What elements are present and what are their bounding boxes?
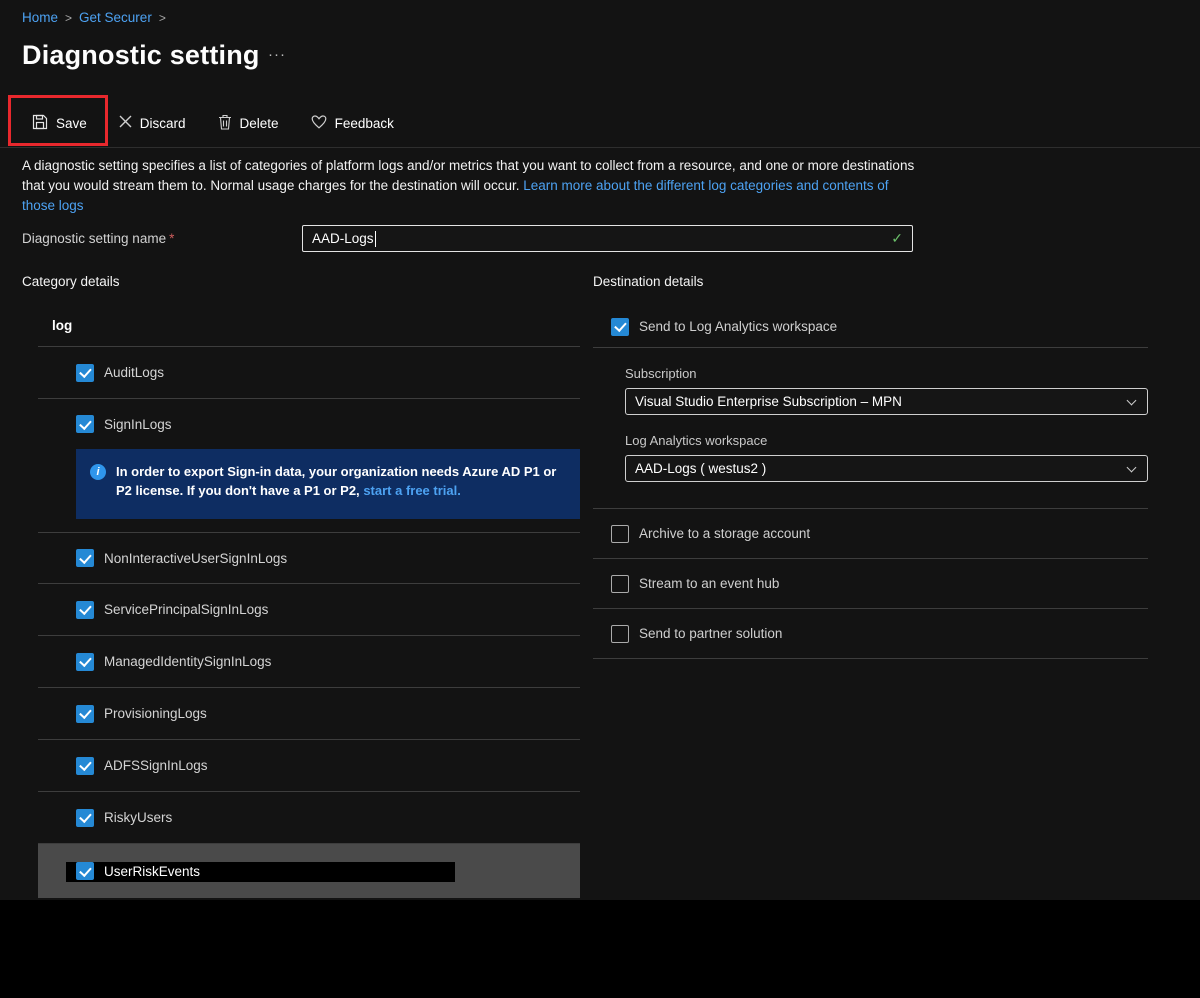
toolbar-divider	[0, 147, 1200, 148]
feedback-label: Feedback	[335, 116, 394, 131]
category-checkbox[interactable]	[76, 415, 94, 433]
signin-license-info-banner: i In order to export Sign-in data, your …	[76, 449, 580, 519]
diagnostic-setting-page: Home > Get Securer > Diagnostic setting …	[0, 0, 1200, 998]
category-list: AuditLogs SignInLogs i In order to expor…	[38, 346, 580, 898]
info-banner-text: In order to export Sign-in data, your or…	[116, 462, 566, 506]
log-analytics-label: Send to Log Analytics workspace	[639, 319, 837, 334]
partner-checkbox[interactable]	[611, 625, 629, 643]
text-cursor	[375, 231, 376, 247]
partner-solution-row[interactable]: Send to partner solution	[593, 609, 1148, 659]
feedback-button[interactable]: Feedback	[311, 115, 394, 132]
partner-label: Send to partner solution	[639, 626, 782, 641]
category-details-title: Category details	[22, 274, 120, 289]
more-options-button[interactable]: ···	[268, 46, 286, 63]
workspace-label: Log Analytics workspace	[625, 433, 1148, 448]
category-row-auditlogs[interactable]: AuditLogs	[38, 347, 580, 399]
destination-details-title: Destination details	[593, 274, 703, 289]
breadcrumb-separator: >	[65, 11, 72, 25]
subscription-field: Subscription Visual Studio Enterprise Su…	[625, 366, 1148, 415]
category-row-serviceprincipalsigninlogs[interactable]: ServicePrincipalSignInLogs	[38, 584, 580, 636]
intro-text: A diagnostic setting specifies a list of…	[22, 156, 919, 216]
category-label: RiskyUsers	[104, 810, 172, 825]
category-row-adfssigninlogs[interactable]: ADFSSignInLogs	[38, 740, 580, 792]
page-title: Diagnostic setting	[22, 40, 260, 71]
delete-button[interactable]: Delete	[218, 114, 279, 133]
command-bar: Save Discard Delete Feedback	[32, 108, 394, 138]
save-button[interactable]: Save	[32, 114, 87, 133]
category-label: UserRiskEvents	[104, 864, 200, 879]
send-to-log-analytics-row[interactable]: Send to Log Analytics workspace	[593, 306, 1148, 348]
chevron-down-icon	[1127, 396, 1137, 406]
category-row-provisioninglogs[interactable]: ProvisioningLogs	[38, 688, 580, 740]
category-row-managedidentitysigninlogs[interactable]: ManagedIdentitySignInLogs	[38, 636, 580, 688]
breadcrumb-get-securer-link[interactable]: Get Securer	[79, 10, 152, 25]
discard-icon	[119, 115, 132, 131]
info-icon: i	[90, 464, 106, 480]
category-label: ManagedIdentitySignInLogs	[104, 654, 271, 669]
breadcrumb-home-link[interactable]: Home	[22, 10, 58, 25]
category-row-signinlogs[interactable]: SignInLogs	[38, 399, 580, 449]
destination-details: Send to Log Analytics workspace Subscrip…	[593, 306, 1148, 659]
start-free-trial-link[interactable]: start a free trial.	[363, 483, 461, 498]
category-row-noninteractiveusersigninlogs[interactable]: NonInteractiveUserSignInLogs	[38, 532, 580, 584]
storage-label: Archive to a storage account	[639, 526, 810, 541]
delete-label: Delete	[240, 116, 279, 131]
workspace-value: AAD-Logs ( westus2 )	[635, 461, 766, 476]
save-label: Save	[56, 116, 87, 131]
discard-label: Discard	[140, 116, 186, 131]
storage-checkbox[interactable]	[611, 525, 629, 543]
category-label: AuditLogs	[104, 365, 164, 380]
category-label: SignInLogs	[104, 417, 172, 432]
heart-icon	[311, 115, 327, 132]
discard-button[interactable]: Discard	[119, 115, 186, 131]
event-hub-checkbox[interactable]	[611, 575, 629, 593]
category-checkbox[interactable]	[76, 364, 94, 382]
log-group-header: log	[52, 318, 72, 333]
category-row-userriskevents[interactable]: UserRiskEvents	[38, 844, 580, 898]
category-label: ADFSSignInLogs	[104, 758, 208, 773]
subscription-value: Visual Studio Enterprise Subscription – …	[635, 394, 902, 409]
category-checkbox[interactable]	[76, 653, 94, 671]
diagnostic-setting-name-input[interactable]: AAD-Logs ✓	[302, 225, 913, 252]
archive-storage-row[interactable]: Archive to a storage account	[593, 509, 1148, 559]
event-hub-label: Stream to an event hub	[639, 576, 779, 591]
category-checkbox[interactable]	[76, 809, 94, 827]
name-input-value: AAD-Logs	[312, 231, 374, 246]
name-field-label-text: Diagnostic setting name	[22, 231, 166, 246]
category-checkbox[interactable]	[76, 862, 94, 880]
info-banner-body: In order to export Sign-in data, your or…	[116, 464, 556, 498]
log-analytics-checkbox[interactable]	[611, 318, 629, 336]
workspace-dropdown[interactable]: AAD-Logs ( westus2 )	[625, 455, 1148, 482]
bottom-spacer	[0, 900, 1200, 998]
category-label: ServicePrincipalSignInLogs	[104, 602, 268, 617]
category-row-riskyusers[interactable]: RiskyUsers	[38, 792, 580, 844]
workspace-field: Log Analytics workspace AAD-Logs ( westu…	[625, 433, 1148, 482]
category-checkbox[interactable]	[76, 757, 94, 775]
breadcrumb: Home > Get Securer >	[22, 10, 166, 25]
category-checkbox[interactable]	[76, 601, 94, 619]
subscription-dropdown[interactable]: Visual Studio Enterprise Subscription – …	[625, 388, 1148, 415]
required-asterisk: *	[169, 231, 174, 246]
name-field-label: Diagnostic setting name*	[22, 231, 174, 246]
category-label: ProvisioningLogs	[104, 706, 207, 721]
save-icon	[32, 114, 48, 133]
category-checkbox[interactable]	[76, 705, 94, 723]
breadcrumb-separator: >	[159, 11, 166, 25]
subscription-label: Subscription	[625, 366, 1148, 381]
valid-check-icon: ✓	[891, 230, 903, 247]
stream-event-hub-row[interactable]: Stream to an event hub	[593, 559, 1148, 609]
delete-icon	[218, 114, 232, 133]
chevron-down-icon	[1127, 463, 1137, 473]
category-label: NonInteractiveUserSignInLogs	[104, 551, 287, 566]
category-checkbox[interactable]	[76, 549, 94, 567]
